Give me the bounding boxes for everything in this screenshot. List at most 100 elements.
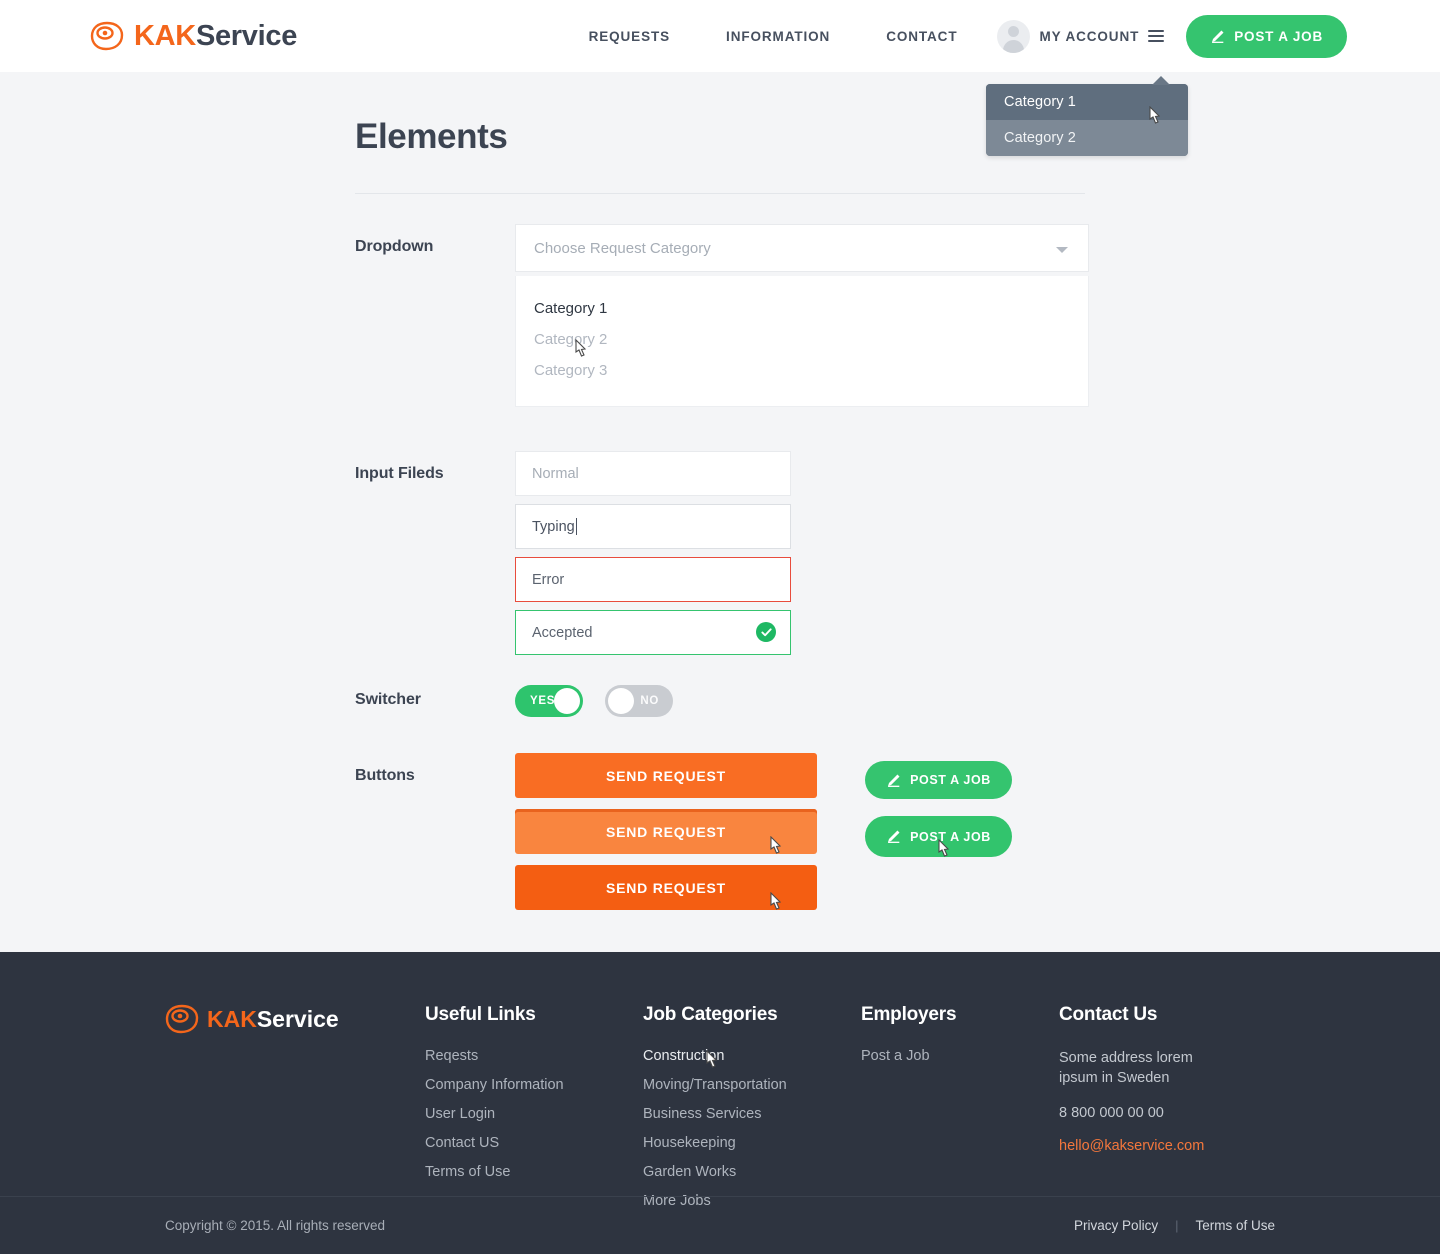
footer-column-contact: Contact Us Some address lorem ipsum in S… [1059,1004,1277,1222]
post-a-job-button-hover[interactable]: POST A JOB [865,816,1012,857]
footer-link-housekeeping[interactable]: Housekeeping [643,1135,861,1151]
text-caret [575,518,577,535]
footer-logo-column: KAKService [165,1004,425,1222]
footer-link-company-information[interactable]: Company Information [425,1077,643,1093]
content-container: Elements Dropdown Choose Request Categor… [0,72,1440,910]
my-account-label: MY ACCOUNT [1039,28,1140,44]
buttons-section: Buttons SEND REQUEST SEND REQUEST SEND R… [355,717,1085,910]
footer-column-title-employers: Employers [861,1004,957,1025]
pencil-icon [1212,30,1224,43]
send-request-label-hover: SEND REQUEST [605,823,727,840]
category-tooltip-menu: Category 1 Category 2 [986,76,1188,156]
site-footer: KAKService Useful Links Reqests Company … [0,952,1440,1254]
input-typing-value: Typing [532,518,575,535]
footer-logo-text-secondary: Service [256,1005,339,1032]
hamburger-icon[interactable] [1148,30,1165,42]
select-option-category-2[interactable]: Category 2 [516,324,1088,355]
switcher-section: Switcher YES NO [355,655,1085,717]
request-category-select[interactable]: Choose Request Category [515,224,1089,272]
input-normal[interactable]: Normal [515,451,791,496]
select-option-category-1[interactable]: Category 1 [516,293,1088,324]
footer-link-terms-of-use[interactable]: Terms of Use [425,1164,643,1180]
page-title: Elements [355,117,508,156]
buttons-section-label: Buttons [355,767,415,784]
input-error[interactable]: Error [515,557,791,602]
pencil-icon [888,774,900,787]
select-option-category-3[interactable]: Category 3 [516,355,1088,386]
footer-logo[interactable]: KAKService [165,1004,425,1034]
footer-link-construction-label: Construction [643,1048,725,1064]
my-account-menu[interactable]: MY ACCOUNT [997,19,1165,53]
footer-link-reqests[interactable]: Reqests [425,1048,643,1064]
footer-link-user-login[interactable]: User Login [425,1106,643,1122]
footer-column-job-categories: Job Categories Construction Moving/Trans… [643,1004,861,1222]
switch-no[interactable]: NO [605,685,673,717]
terms-of-use-link[interactable]: Terms of Use [1195,1218,1275,1233]
pencil-icon [888,830,900,843]
input-typing[interactable]: Typing [515,504,791,549]
post-a-job-label-hover: POST A JOB [910,829,991,844]
post-a-job-label-header: POST A JOB [1234,28,1323,44]
footer-contact-email[interactable]: hello@kakservice.com [1059,1138,1204,1154]
footer-link-moving-transportation[interactable]: Moving/Transportation [643,1077,861,1093]
post-a-job-button-header[interactable]: POST A JOB [1186,14,1347,58]
avatar [997,19,1031,53]
send-request-label-active: SEND REQUEST [605,879,727,896]
footer-logo-text-primary: KAK [207,1005,257,1032]
logo-text-secondary: Service [195,19,298,52]
header-logo[interactable]: KAKService [90,21,297,51]
switch-yes-knob [554,688,580,714]
nav-item-information[interactable]: INFORMATION [698,29,858,44]
kak-logo-icon [165,1004,199,1034]
tooltip-arrow-icon [1152,76,1170,85]
footer-link-business-services[interactable]: Business Services [643,1106,861,1122]
mouse-cursor-icon [770,892,782,910]
copyright-text: Copyright © 2015. All rights reserved [165,1218,386,1233]
input-fields-section-label: Input Fileds [355,465,444,482]
nav-item-requests[interactable]: REQUESTS [561,29,698,44]
footer-link-contact-us[interactable]: Contact US [425,1135,643,1151]
select-placeholder: Choose Request Category [534,239,711,257]
footer-link-post-a-job[interactable]: Post a Job [861,1048,1059,1064]
post-a-job-label-normal: POST A JOB [910,773,991,787]
tooltip-item-category-1[interactable]: Category 1 [986,84,1188,120]
footer-column-useful-links: Useful Links Reqests Company Information… [425,1004,643,1222]
input-accepted-value: Accepted [532,624,593,641]
switch-yes-label: YES [530,695,556,707]
privacy-policy-link[interactable]: Privacy Policy [1074,1218,1158,1233]
footer-column-employers: Employers Post a Job [861,1004,1059,1222]
post-a-job-button-normal[interactable]: POST A JOB [865,761,1012,799]
footer-bottom-bar: Copyright © 2015. All rights reserved Pr… [0,1196,1440,1254]
input-fields-section: Input Fileds Normal Typing Error Accepte… [355,407,1085,655]
send-request-button-active[interactable]: SEND REQUEST [515,865,817,910]
dropdown-section-label: Dropdown [355,238,434,255]
input-error-value: Error [532,571,565,588]
footer-column-title-contact: Contact Us [1059,1004,1158,1025]
footer-link-garden-works[interactable]: Garden Works [643,1164,861,1180]
dropdown-section: Dropdown Choose Request Category Categor… [355,194,1089,407]
send-request-button-hover[interactable]: SEND REQUEST [515,809,817,854]
request-category-options: Category 1 Category 2 Category 3 [515,276,1089,407]
footer-contact-phone: 8 800 000 00 00 [1059,1104,1164,1121]
legal-links: Privacy Policy | Terms of Use [1074,1218,1275,1233]
page-content: Elements Dropdown Choose Request Categor… [0,72,1440,952]
logo-text-primary: KAK [134,19,196,52]
footer-link-construction[interactable]: Construction [643,1048,861,1068]
main-navigation: REQUESTS INFORMATION CONTACT MY ACCOUNT … [561,14,1347,58]
check-circle-icon [756,622,776,642]
footer-contact-address: Some address lorem ipsum in Sweden [1059,1050,1193,1087]
chevron-down-icon [1056,247,1068,253]
switch-no-label: NO [640,695,659,707]
tooltip-item-category-2[interactable]: Category 2 [986,120,1188,156]
mouse-cursor-icon [770,836,782,854]
input-accepted[interactable]: Accepted [515,610,791,655]
kak-logo-icon [90,21,124,51]
send-request-button-normal[interactable]: SEND REQUEST [515,753,817,798]
input-normal-placeholder: Normal [532,465,579,482]
site-header: KAKService REQUESTS INFORMATION CONTACT … [0,0,1440,156]
switch-yes[interactable]: YES [515,685,583,717]
switcher-section-label: Switcher [355,691,421,708]
nav-item-contact[interactable]: CONTACT [858,29,985,44]
legal-separator: | [1175,1218,1179,1233]
footer-column-title-job-categories: Job Categories [643,1004,778,1025]
